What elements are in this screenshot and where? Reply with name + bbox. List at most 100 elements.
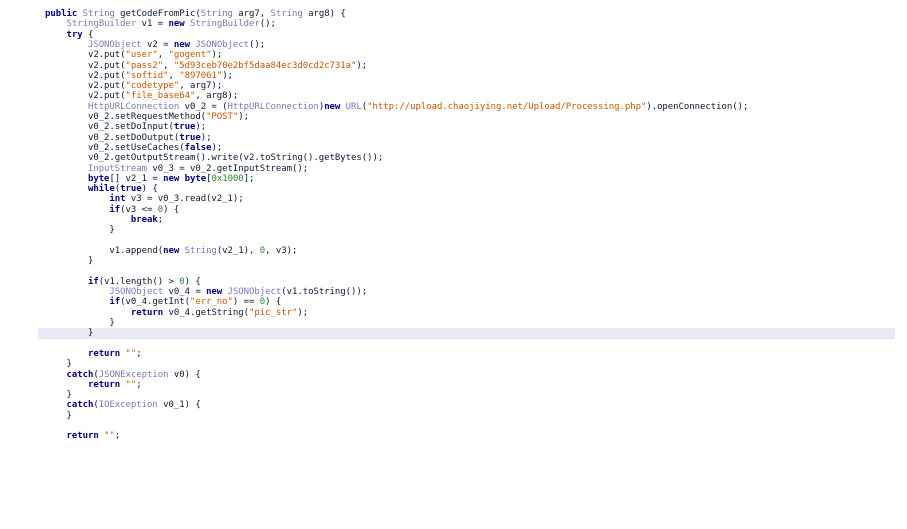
code-token: , [163, 60, 174, 71]
code-token: } [45, 410, 72, 421]
code-token: String [82, 9, 115, 19]
code-line[interactable]: v1.append(new String(v2_1), 0, v3); [0, 246, 907, 256]
code-token: , v3); [265, 245, 298, 256]
code-line[interactable]: int v3 = v0_3.read(v2_1); [0, 194, 907, 204]
code-token: catch [66, 400, 94, 411]
code-line[interactable]: catch(IOException v0_1) { [0, 400, 907, 410]
code-token: "5d93ceb70e2bf5daa84ec3d0cd2c731a" [173, 60, 357, 71]
code-token: ) { [265, 297, 282, 308]
code-editor[interactable]: public String getCodeFromPic(String arg7… [0, 0, 907, 529]
code-line[interactable]: } [0, 318, 907, 328]
code-token: } [45, 256, 94, 267]
code-token: return [130, 307, 164, 318]
code-line[interactable]: v2.put("pass2", "5d93ceb70e2bf5daa84ec3d… [0, 61, 907, 71]
code-token: ).openConnection(); [646, 101, 749, 112]
code-token: if [109, 204, 121, 215]
code-line[interactable] [0, 421, 907, 431]
code-token: String [200, 9, 233, 19]
code-line[interactable]: } [0, 256, 907, 266]
code-token: ); [238, 112, 250, 122]
code-token: ; [136, 379, 142, 390]
code-line[interactable]: } [0, 359, 907, 369]
code-line-current[interactable]: } [38, 328, 895, 339]
code-token: , [168, 70, 180, 81]
code-line[interactable]: catch(JSONException v0) { [0, 370, 907, 380]
code-line[interactable]: return ""; [0, 431, 907, 441]
code-token: if [109, 297, 121, 308]
code-token: v0_3 = v0_2.getInputStream(); [147, 163, 309, 174]
code-line[interactable]: if(v0_4.getInt("err_no") == 0) { [0, 297, 907, 307]
code-token: "897061" [179, 70, 223, 81]
code-line[interactable]: v2.put("file_base64", arg8); [0, 91, 907, 101]
code-line[interactable]: break; [0, 215, 907, 225]
code-line[interactable]: HttpURLConnection v0_2 = (HttpURLConnect… [0, 102, 907, 112]
code-line[interactable] [0, 339, 907, 349]
code-token: v0_2 = ( [179, 101, 228, 112]
code-token: v0_2.getOutputStream().write(v2.toString… [45, 153, 384, 164]
code-token: ); [222, 70, 233, 81]
code-token: new [163, 245, 180, 256]
code-token: ); [195, 122, 207, 133]
code-line[interactable]: if(v3 <= 0) { [0, 205, 907, 215]
code-token: InputStream [87, 163, 148, 174]
code-line[interactable]: v2.put("user", "gogent"); [0, 50, 907, 60]
code-token: "codetype" [125, 81, 180, 92]
code-line[interactable]: } [0, 225, 907, 235]
code-token: "pic_str" [249, 307, 298, 318]
code-token: true [173, 122, 196, 133]
code-line[interactable]: return ""; [0, 380, 907, 390]
code-line[interactable]: try { [0, 30, 907, 40]
code-token: public [45, 9, 78, 19]
code-token: while [87, 184, 115, 195]
code-line[interactable]: } [0, 411, 907, 421]
code-line[interactable]: byte[] v2_1 = new byte[0x1000]; [0, 174, 907, 184]
code-token: IOException [98, 400, 158, 411]
code-token: ]; [243, 173, 255, 184]
code-line[interactable]: return ""; [0, 349, 907, 359]
code-token: v2.put( [45, 50, 126, 61]
code-token: ) == [232, 297, 260, 308]
code-line[interactable]: v0_2.getOutputStream().write(v2.toString… [0, 153, 907, 163]
code-token: new [168, 19, 185, 30]
code-token: v2.put( [45, 70, 126, 81]
code-line[interactable]: v2.put("codetype", arg7); [0, 81, 907, 91]
code-token: JSONObject [87, 39, 142, 50]
code-token: (v0_4.getInt( [120, 297, 190, 308]
code-line[interactable]: v0_2.setUseCaches(false); [0, 143, 907, 153]
code-token: StringBuilder [189, 19, 260, 30]
code-token: } [45, 225, 115, 236]
code-token: , arg7); [179, 81, 223, 92]
code-line[interactable]: JSONObject v0_4 = new JSONObject(v1.toSt… [0, 287, 907, 297]
code-line[interactable]: v0_2.setDoInput(true); [0, 122, 907, 132]
code-token: (v3 <= [120, 204, 158, 215]
code-token: (); [259, 19, 276, 30]
code-line[interactable]: if(v1.length() > 0) { [0, 277, 907, 287]
code-line[interactable]: StringBuilder v1 = new StringBuilder(); [0, 19, 907, 29]
code-line[interactable]: public String getCodeFromPic(String arg7… [0, 9, 907, 19]
code-line[interactable] [0, 267, 907, 277]
code-line[interactable]: v0_2.setRequestMethod("POST"); [0, 112, 907, 122]
code-line[interactable]: JSONObject v2 = new JSONObject(); [0, 40, 907, 50]
code-line[interactable]: v0_2.setDoOutput(true); [0, 133, 907, 143]
code-token: "http://upload.chaojiying.net/Upload/Pro… [367, 101, 647, 112]
code-line[interactable]: return v0_4.getString("pic_str"); [0, 308, 907, 318]
code-line[interactable] [0, 236, 907, 246]
code-token: try [66, 29, 83, 40]
code-token: "user" [125, 50, 158, 61]
code-line[interactable]: while(true) { [0, 184, 907, 194]
code-line[interactable]: v2.put("softid", "897061"); [0, 71, 907, 81]
code-token: String [184, 245, 217, 256]
code-token: ) { [163, 204, 180, 215]
code-line[interactable]: InputStream v0_3 = v0_2.getInputStream()… [0, 164, 907, 174]
code-line[interactable]: } [0, 390, 907, 400]
